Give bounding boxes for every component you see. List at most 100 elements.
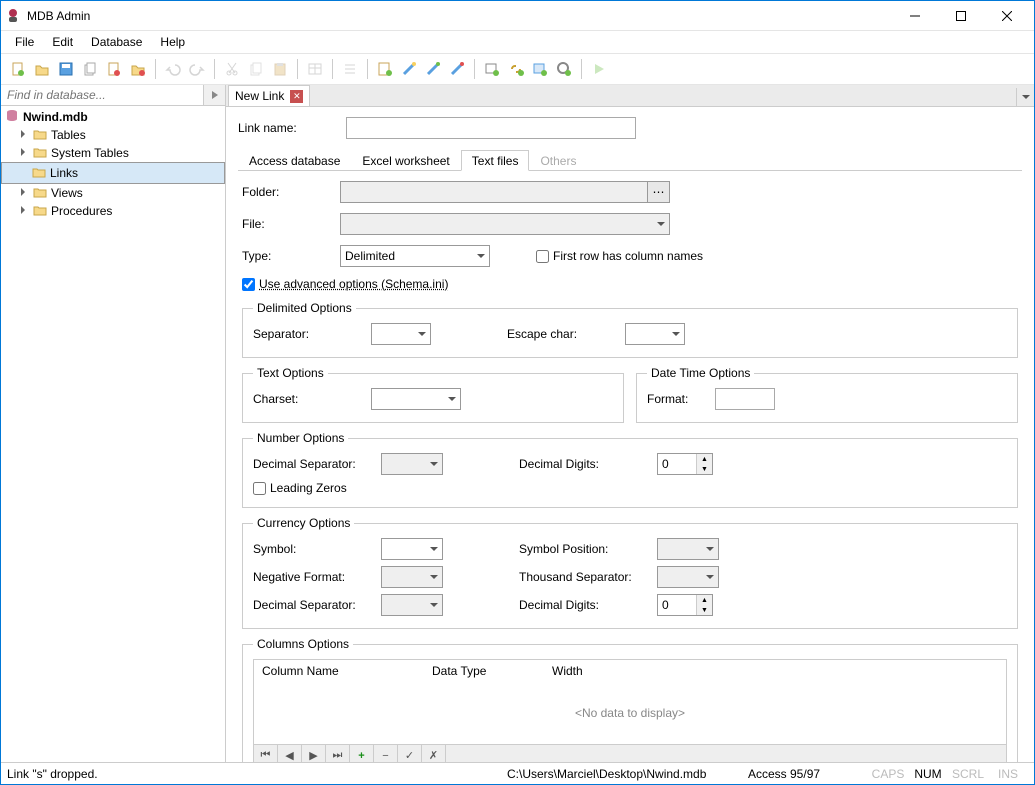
copy2-icon[interactable]: [245, 58, 267, 80]
nav-cancel-icon[interactable]: ✗: [422, 745, 446, 762]
play-icon[interactable]: [588, 58, 610, 80]
advanced-checkbox[interactable]: Use advanced options (Schema.ini): [242, 277, 448, 291]
cur-negfmt-combo[interactable]: [381, 566, 443, 588]
paste-icon[interactable]: [269, 58, 291, 80]
expand-icon[interactable]: [19, 147, 31, 159]
grid-icon[interactable]: [304, 58, 326, 80]
expand-icon[interactable]: [19, 129, 31, 141]
tab-new-link[interactable]: New Link ✕: [228, 85, 310, 106]
advanced-check-input[interactable]: [242, 278, 255, 291]
database-tree[interactable]: Nwind.mdb Tables System Tables Links Vie…: [1, 106, 225, 762]
subtab-text[interactable]: Text files: [461, 150, 530, 171]
tree-node-procedures[interactable]: Procedures: [1, 202, 225, 220]
leading-zeros-input[interactable]: [253, 482, 266, 495]
folder-icon: [32, 165, 46, 182]
folder-browse-button[interactable]: ⋯: [647, 182, 669, 202]
script-icon[interactable]: [374, 58, 396, 80]
cur-decdig-spinner[interactable]: ▲▼: [657, 594, 713, 616]
menu-file[interactable]: File: [7, 33, 42, 51]
menu-help[interactable]: Help: [152, 33, 193, 51]
link-add-icon[interactable]: [505, 58, 527, 80]
subtab-excel[interactable]: Excel worksheet: [351, 150, 460, 171]
redo-icon[interactable]: [186, 58, 208, 80]
file-combo[interactable]: [340, 213, 670, 235]
nav-last-icon[interactable]: ⏭: [326, 745, 350, 762]
tree-root[interactable]: Nwind.mdb: [1, 108, 225, 126]
separator-combo[interactable]: [371, 323, 431, 345]
wizard1-icon[interactable]: [398, 58, 420, 80]
open-folder-icon[interactable]: [31, 58, 53, 80]
columns-grid[interactable]: Column Name Data Type Width <No data to …: [253, 659, 1007, 762]
wizard2-icon[interactable]: [422, 58, 444, 80]
nav-prev-icon[interactable]: ◀: [278, 745, 302, 762]
currency-options-fieldset: Currency Options Symbol: Symbol Position…: [242, 516, 1018, 629]
status-ins: INS: [988, 767, 1028, 781]
menu-edit[interactable]: Edit: [44, 33, 81, 51]
proc-add-icon[interactable]: [553, 58, 575, 80]
cur-thsep-combo[interactable]: [657, 566, 719, 588]
tree-node-system-tables[interactable]: System Tables: [1, 144, 225, 162]
num-decdig-spinner[interactable]: ▲▼: [657, 453, 713, 475]
nav-remove-icon[interactable]: −: [374, 745, 398, 762]
database-icon: [5, 109, 19, 126]
tab-close-button[interactable]: ✕: [290, 90, 303, 103]
num-decdig-input[interactable]: [658, 454, 696, 474]
search-input[interactable]: [1, 85, 203, 105]
charset-label: Charset:: [253, 392, 363, 406]
expand-icon[interactable]: [19, 187, 31, 199]
number-legend: Number Options: [253, 431, 348, 445]
close-db-icon[interactable]: [127, 58, 149, 80]
table-add-icon[interactable]: [481, 58, 503, 80]
cur-sympos-combo[interactable]: [657, 538, 719, 560]
view-add-icon[interactable]: [529, 58, 551, 80]
cur-decdig-input[interactable]: [658, 595, 696, 615]
nav-next-icon[interactable]: ▶: [302, 745, 326, 762]
undo-icon[interactable]: [162, 58, 184, 80]
cur-decsep-combo[interactable]: [381, 594, 443, 616]
folder-icon: [33, 203, 47, 220]
maximize-button[interactable]: [938, 1, 984, 31]
num-decsep-combo[interactable]: [381, 453, 443, 475]
tree-node-tables[interactable]: Tables: [1, 126, 225, 144]
search-go-button[interactable]: [203, 85, 225, 105]
menu-database[interactable]: Database: [83, 33, 150, 51]
spin-up-icon[interactable]: ▲: [697, 454, 712, 464]
status-caps: CAPS: [868, 767, 908, 781]
cut-icon[interactable]: [221, 58, 243, 80]
charset-combo[interactable]: [371, 388, 461, 410]
delete-db-icon[interactable]: [103, 58, 125, 80]
tree-node-links[interactable]: Links: [1, 162, 225, 184]
escape-combo[interactable]: [625, 323, 685, 345]
first-row-checkbox[interactable]: First row has column names: [536, 249, 703, 263]
spin-down-icon[interactable]: ▼: [697, 605, 712, 615]
save-icon[interactable]: [55, 58, 77, 80]
leading-zeros-checkbox[interactable]: Leading Zeros: [253, 481, 347, 495]
subtab-access[interactable]: Access database: [238, 150, 351, 171]
close-button[interactable]: [984, 1, 1030, 31]
cur-thsep-label: Thousand Separator:: [519, 570, 649, 584]
tree-node-views[interactable]: Views: [1, 184, 225, 202]
format-input[interactable]: [715, 388, 775, 410]
tab-dropdown-button[interactable]: [1016, 88, 1034, 106]
nav-add-icon[interactable]: +: [350, 745, 374, 762]
copy-icon[interactable]: [79, 58, 101, 80]
new-file-icon[interactable]: [7, 58, 29, 80]
delimited-options-fieldset: Delimited Options Separator: Escape char…: [242, 301, 1018, 358]
minimize-button[interactable]: [892, 1, 938, 31]
linkname-input[interactable]: [346, 117, 636, 139]
columns-legend: Columns Options: [253, 637, 353, 651]
wizard3-icon[interactable]: [446, 58, 468, 80]
expand-icon[interactable]: [19, 205, 31, 217]
cur-sympos-label: Symbol Position:: [519, 542, 649, 556]
spin-up-icon[interactable]: ▲: [697, 595, 712, 605]
cur-symbol-combo[interactable]: [381, 538, 443, 560]
nav-first-icon[interactable]: ⏮: [254, 745, 278, 762]
nav-accept-icon[interactable]: ✓: [398, 745, 422, 762]
delimited-legend: Delimited Options: [253, 301, 356, 315]
list-icon[interactable]: [339, 58, 361, 80]
first-row-check-input[interactable]: [536, 250, 549, 263]
columns-header: Column Name Data Type Width: [254, 660, 1006, 682]
spin-down-icon[interactable]: ▼: [697, 464, 712, 474]
type-combo[interactable]: Delimited: [340, 245, 490, 267]
folder-input[interactable]: [341, 182, 647, 202]
